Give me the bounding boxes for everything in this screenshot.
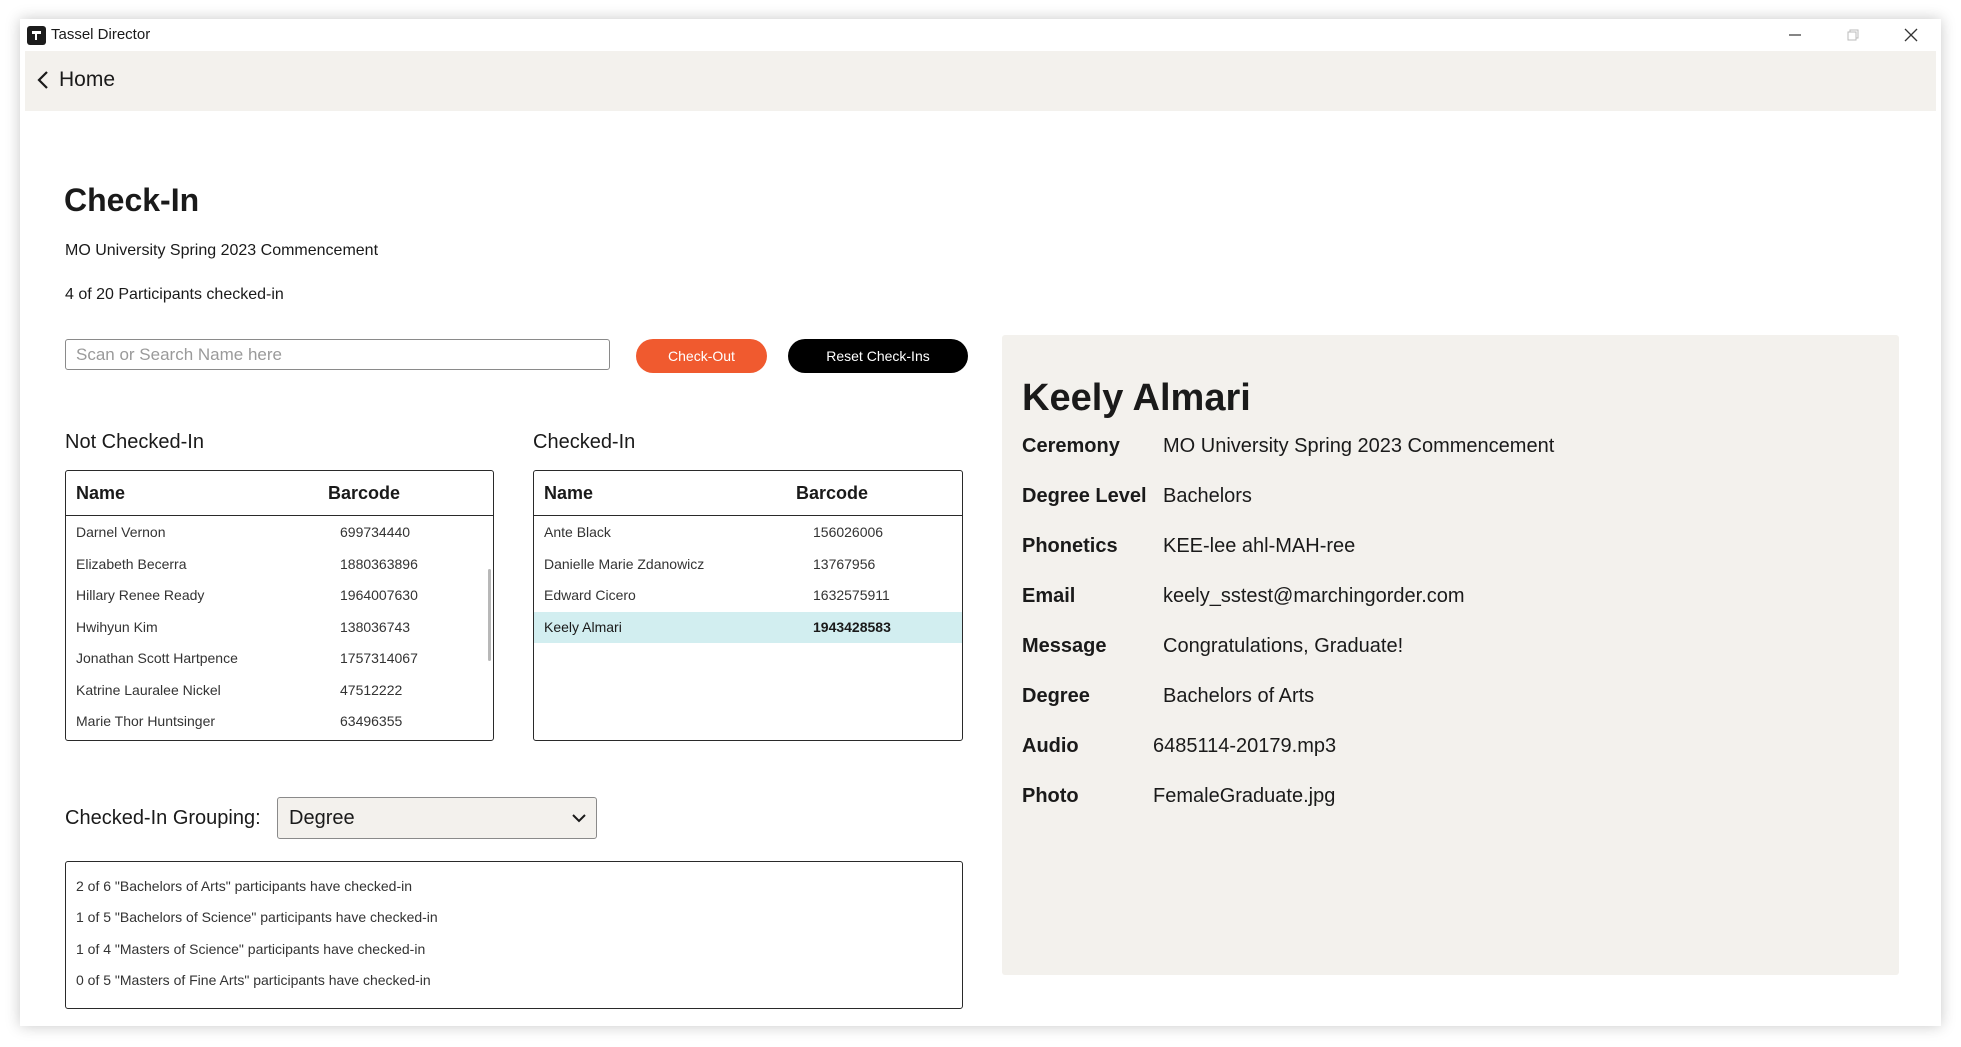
- app-header: Home: [25, 51, 1936, 111]
- detail-value: keely_sstest@marchingorder.com: [1163, 585, 1465, 607]
- table-row[interactable]: Ante Black 156026006: [534, 517, 962, 549]
- checked-in-table: Name Barcode Ante Black 156026006 Daniel…: [533, 470, 963, 741]
- detail-key: Ceremony: [1022, 435, 1120, 457]
- row-barcode: 13767956: [813, 555, 876, 572]
- detail-key: Photo: [1022, 785, 1079, 807]
- detail-photo: Photo FemaleGraduate.jpg: [1022, 785, 1882, 815]
- detail-phonetics: Phonetics KEE-lee ahl-MAH-ree: [1022, 535, 1882, 565]
- row-name: Edward Cicero: [544, 587, 636, 603]
- page-title: Check-In: [64, 182, 200, 218]
- table-row[interactable]: Elizabeth Becerra 1880363896: [66, 549, 493, 581]
- row-name: Danielle Marie Zdanowicz: [544, 555, 705, 572]
- table-row[interactable]: Marie Thor Huntsinger 63496355: [66, 706, 493, 738]
- row-barcode: 156026006: [813, 524, 884, 540]
- row-barcode: 63496355: [340, 713, 403, 729]
- table-body: Darnel Vernon 699734440 Elizabeth Becerr…: [66, 517, 493, 738]
- detail-key: Audio: [1022, 735, 1079, 757]
- grouping-select[interactable]: Degree: [277, 797, 597, 839]
- detail-key: Message: [1022, 635, 1107, 657]
- table-row[interactable]: Darnel Vernon 699734440: [66, 517, 493, 549]
- row-barcode: 1964007630: [340, 587, 418, 603]
- row-barcode: 1632575911: [813, 587, 890, 603]
- summary-line: 1 of 5 "Bachelors of Science" participan…: [76, 909, 438, 925]
- column-header-barcode[interactable]: Barcode: [796, 483, 868, 504]
- back-label: Home: [59, 68, 116, 91]
- row-name: Hwihyun Kim: [76, 618, 158, 635]
- not-checked-in-label: Not Checked-In: [65, 431, 204, 453]
- scrollbar[interactable]: [488, 569, 491, 661]
- detail-ceremony: Ceremony MO University Spring 2023 Comme…: [1022, 435, 1882, 465]
- column-header-barcode[interactable]: Barcode: [328, 483, 400, 504]
- checked-in-count: 4 of 20 Participants checked-in: [65, 286, 284, 303]
- window-title: Tassel Director: [51, 26, 151, 43]
- detail-key: Phonetics: [1022, 535, 1118, 557]
- row-name: Keely Almari: [544, 618, 622, 635]
- detail-degree: Degree Bachelors of Arts: [1022, 685, 1882, 715]
- row-barcode: 1943428583: [813, 618, 891, 635]
- participant-name: Keely Almari: [1022, 377, 1251, 419]
- detail-email: Email keely_sstest@marchingorder.com: [1022, 585, 1882, 615]
- maximize-button[interactable]: [1824, 19, 1882, 51]
- grouping-label: Checked-In Grouping:: [65, 807, 261, 829]
- detail-value: MO University Spring 2023 Commencement: [1163, 435, 1555, 457]
- table-header: Name Barcode: [534, 471, 962, 516]
- table-row-selected[interactable]: Keely Almari 1943428583: [534, 611, 962, 643]
- detail-value: Bachelors of Arts: [1163, 685, 1315, 707]
- row-name: Marie Thor Huntsinger: [76, 713, 216, 729]
- table-row[interactable]: Edward Cicero 1632575911: [534, 580, 962, 612]
- row-name: Jonathan Scott Hartpence: [76, 650, 238, 666]
- row-barcode: 47512222: [340, 681, 403, 698]
- close-button[interactable]: [1882, 19, 1940, 51]
- grouping-summary: 2 of 6 "Bachelors of Arts" participants …: [65, 861, 963, 1009]
- row-barcode: 138036743: [340, 618, 411, 635]
- detail-value: Bachelors: [1163, 485, 1252, 507]
- app-logo-icon: [27, 26, 46, 45]
- row-barcode: 1880363896: [340, 555, 418, 572]
- app-window: Tassel Director Home Check-In MO Univers…: [20, 19, 1941, 1026]
- row-name: Ante Black: [544, 524, 611, 540]
- reset-check-ins-button[interactable]: Reset Check-Ins: [788, 339, 968, 373]
- checked-in-label: Checked-In: [533, 431, 636, 453]
- detail-value: 6485114-20179.mp3: [1153, 735, 1337, 757]
- grouping-selected-value: Degree: [289, 807, 355, 829]
- table-row[interactable]: Hillary Renee Ready 1964007630: [66, 580, 493, 612]
- chevron-down-icon: [572, 814, 586, 823]
- detail-key: Degree: [1022, 685, 1090, 707]
- summary-line: 1 of 4 "Masters of Science" participants…: [76, 941, 426, 957]
- check-out-button[interactable]: Check-Out: [636, 339, 767, 373]
- detail-value: KEE-lee ahl-MAH-ree: [1163, 535, 1356, 557]
- detail-message: Message Congratulations, Graduate!: [1022, 635, 1882, 665]
- chevron-left-icon: [37, 71, 48, 89]
- column-header-name[interactable]: Name: [76, 483, 125, 504]
- detail-audio: Audio 6485114-20179.mp3: [1022, 735, 1882, 765]
- row-barcode: 699734440: [340, 524, 411, 540]
- row-name: Hillary Renee Ready: [76, 587, 205, 603]
- search-input[interactable]: [65, 339, 610, 370]
- detail-key: Degree Level: [1022, 485, 1147, 507]
- not-checked-in-table: Name Barcode Darnel Vernon 699734440 Eli…: [65, 470, 494, 741]
- row-name: Elizabeth Becerra: [76, 555, 187, 572]
- table-row[interactable]: Katrine Lauralee Nickel 47512222: [66, 675, 493, 707]
- participant-details-panel: Keely Almari Ceremony MO University Spri…: [1002, 335, 1899, 975]
- minimize-button[interactable]: [1766, 19, 1824, 51]
- summary-line: 2 of 6 "Bachelors of Arts" participants …: [76, 878, 413, 894]
- back-home-button[interactable]: Home: [37, 64, 115, 96]
- event-name: MO University Spring 2023 Commencement: [65, 242, 379, 259]
- detail-key: Email: [1022, 585, 1076, 607]
- title-bar: Tassel Director: [20, 19, 1941, 51]
- table-row[interactable]: Hwihyun Kim 138036743: [66, 612, 493, 644]
- table-row[interactable]: Danielle Marie Zdanowicz 13767956: [534, 549, 962, 581]
- detail-value: Congratulations, Graduate!: [1163, 635, 1404, 657]
- table-body: Ante Black 156026006 Danielle Marie Zdan…: [534, 517, 962, 643]
- row-name: Darnel Vernon: [76, 524, 166, 540]
- detail-degree-level: Degree Level Bachelors: [1022, 485, 1882, 515]
- summary-line: 0 of 5 "Masters of Fine Arts" participan…: [76, 972, 431, 988]
- row-barcode: 1757314067: [340, 650, 418, 666]
- column-header-name[interactable]: Name: [544, 483, 593, 504]
- table-row[interactable]: Jonathan Scott Hartpence 1757314067: [66, 643, 493, 675]
- table-header: Name Barcode: [66, 471, 493, 516]
- detail-value: FemaleGraduate.jpg: [1153, 785, 1336, 807]
- row-name: Katrine Lauralee Nickel: [76, 681, 221, 698]
